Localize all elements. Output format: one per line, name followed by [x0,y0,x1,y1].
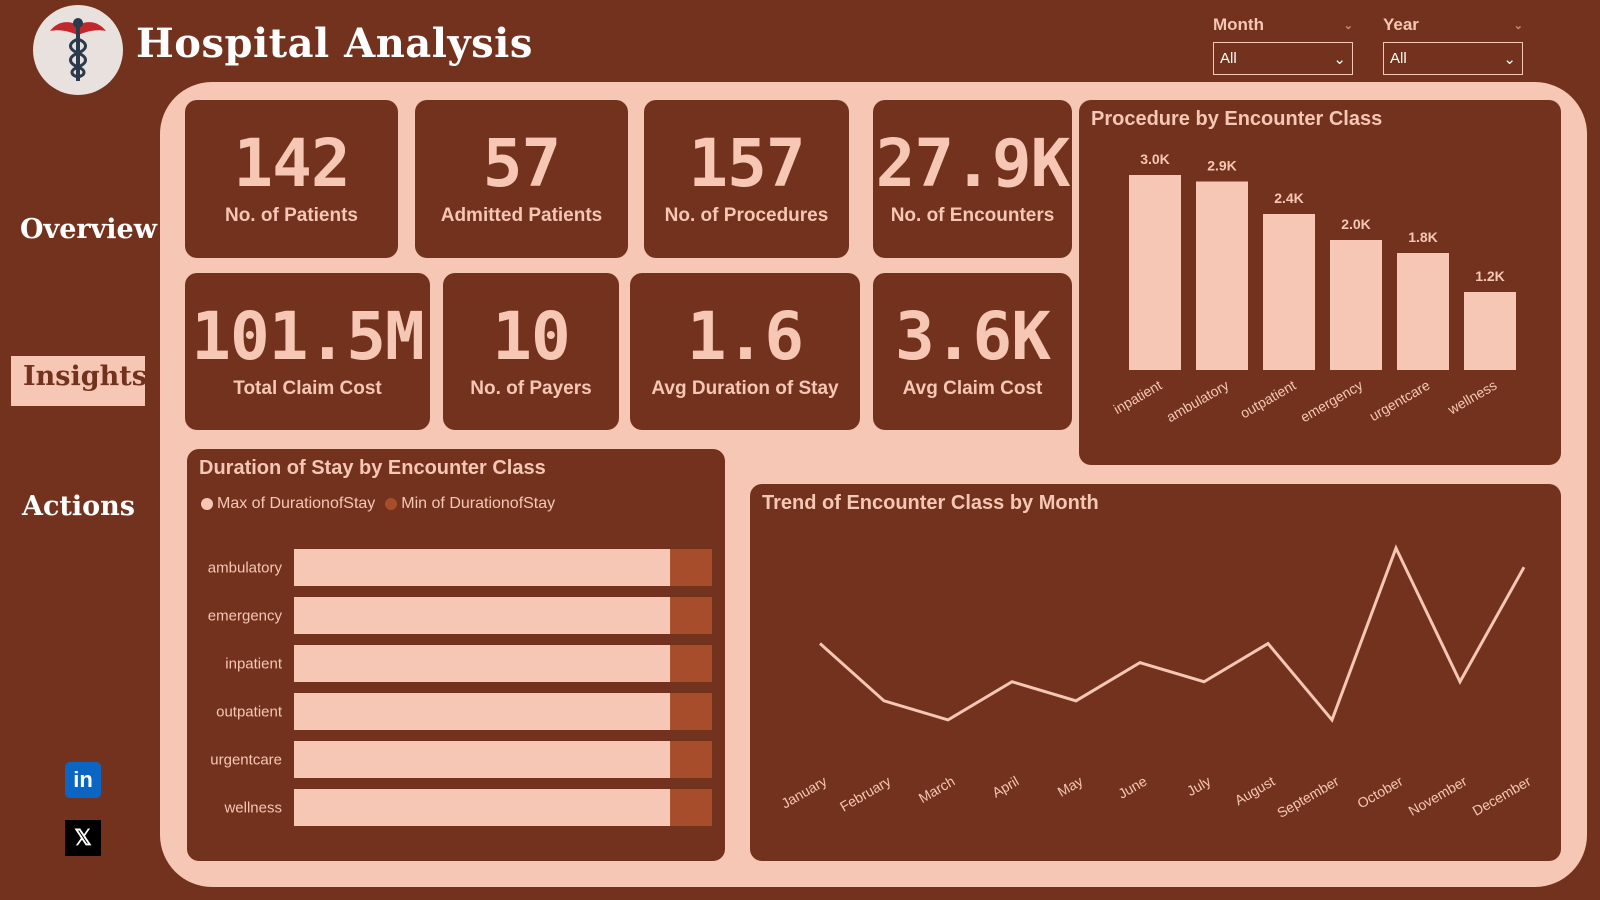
month-filter[interactable]: Month ⌄ All ⌄ [1213,13,1353,75]
trend-line [818,544,1526,723]
bar-min-urgentcare [670,741,712,778]
x-tick-label: February [837,773,894,815]
bar-max-ambulatory [294,549,671,586]
x-tick-label: April [989,773,1021,801]
x-tick-label: December [1470,773,1534,819]
bar-max-emergency [294,597,671,634]
kpi-card-avg-duration: 1.6 Avg Duration of Stay [630,273,860,430]
kpi-value: 1.6 [686,297,804,375]
year-filter[interactable]: Year ⌄ All ⌄ [1383,13,1523,75]
bar-urgentcare [1397,253,1449,370]
y-tick-label: wellness [223,800,282,817]
bar-max-outpatient [294,693,671,730]
x-twitter-icon[interactable]: 𝕏 [65,820,101,856]
bar-data-label: 1.8K [1408,229,1438,245]
month-filter-label: Month [1213,15,1264,34]
x-tick-label: January [778,773,829,812]
kpi-card-admitted: 57 Admitted Patients [415,100,628,258]
kpi-value: 142 [233,125,350,202]
kpi-label: Admitted Patients [440,205,603,226]
kpi-card-payers: 10 No. of Payers [443,273,619,430]
kpi-card-avg-claim: 3.6K Avg Claim Cost [873,273,1072,430]
bar-min-wellness [670,789,712,826]
bar-data-label: 2.9K [1207,158,1237,174]
kpi-label: No. of Patients [224,205,358,226]
kpi-label: Total Claim Cost [233,377,382,399]
page-title: Hospital Analysis [136,20,533,67]
bar-emergency [1330,240,1382,370]
x-tick-label: September [1274,773,1342,821]
kpi-label: No. of Encounters [890,205,1055,226]
kpi-card-patients: 142 No. of Patients [185,100,398,258]
nav-overview[interactable]: Overview [20,214,157,245]
nav-insights[interactable]: Insights [11,356,147,406]
x-tick-label: March [916,773,958,806]
x-tick-label: May [1055,773,1086,800]
x-tick-label: November [1406,773,1470,819]
bar-ambulatory [1196,181,1248,370]
x-tick-label: ambulatory [1164,377,1232,425]
bar-outpatient [1263,214,1315,370]
x-tick-label: urgentcare [1367,377,1433,424]
y-tick-label: emergency [208,608,283,625]
kpi-card-encounters: 27.9K No. of Encounters [873,100,1072,258]
bar-max-inpatient [294,645,671,682]
kpi-card-claim-cost: 101.5M Total Claim Cost [185,273,430,430]
trend-line-chart-svg: January February March April May June July Augu… [778,544,1534,821]
kpi-value: 3.6K [895,297,1051,375]
bar-data-label: 2.4K [1274,190,1304,206]
x-tick-label: October [1354,773,1405,812]
duration-chart: Duration of Stay by Encounter Class Max … [187,449,725,861]
y-tick-label: inpatient [225,656,283,673]
kpi-value: 10 [492,297,570,375]
y-tick-label: ambulatory [208,560,283,577]
bar-data-label: 3.0K [1140,151,1170,167]
duration-bar-chart-svg: ambulatory emergency inpatient outpatient ur… [208,549,712,826]
procedure-chart: Procedure by Encounter Class 3.0K inpatie… [1079,100,1561,465]
kpi-value: 101.5M [191,297,424,375]
hospital-logo [33,5,123,95]
y-tick-label: outpatient [216,704,283,721]
year-dropdown[interactable]: All ⌄ [1383,42,1523,75]
year-dropdown-value: All [1390,50,1407,67]
bar-min-ambulatory [670,549,712,586]
x-tick-label: July [1184,773,1214,799]
linkedin-icon[interactable]: in [65,762,101,798]
chevron-down-icon: ⌄ [1333,50,1346,68]
bar-data-label: 1.2K [1475,268,1505,284]
caduceus-icon [50,18,106,81]
kpi-value: 57 [482,125,561,202]
bar-min-outpatient [670,693,712,730]
bar-min-inpatient [670,645,712,682]
kpi-label: No. of Procedures [664,205,829,226]
bar-max-urgentcare [294,741,671,778]
year-filter-label: Year [1383,15,1419,34]
kpi-label: Avg Claim Cost [902,377,1043,399]
x-tick-label: August [1232,773,1278,809]
chevron-down-icon: ⌄ [1503,50,1516,68]
chevron-down-icon[interactable]: ⌄ [1514,19,1523,32]
trend-chart: Trend of Encounter Class by Month Januar… [750,484,1561,861]
bar-wellness [1464,292,1516,370]
bar-max-wellness [294,789,671,826]
bar-data-label: 2.0K [1341,216,1371,232]
x-tick-label: June [1115,773,1149,802]
kpi-card-procedures: 157 No. of Procedures [644,100,849,258]
kpi-label: Avg Duration of Stay [651,377,839,399]
procedure-bar-chart-svg: 3.0K inpatient 2.9K ambulatory 2.4K outpatien… [1111,151,1516,425]
kpi-value: 27.9K [875,125,1071,202]
bar-min-emergency [670,597,712,634]
x-tick-label: outpatient [1237,377,1298,422]
x-tick-label: emergency [1298,377,1366,425]
y-tick-label: urgentcare [210,752,282,769]
x-tick-label: wellness [1444,377,1499,418]
kpi-value: 157 [688,125,805,202]
x-tick-label: inpatient [1111,377,1165,417]
chevron-down-icon[interactable]: ⌄ [1344,19,1353,32]
month-dropdown-value: All [1220,50,1237,67]
nav-actions[interactable]: Actions [22,491,135,522]
month-dropdown[interactable]: All ⌄ [1213,42,1353,75]
kpi-label: No. of Payers [470,377,592,399]
bar-inpatient [1129,175,1181,370]
